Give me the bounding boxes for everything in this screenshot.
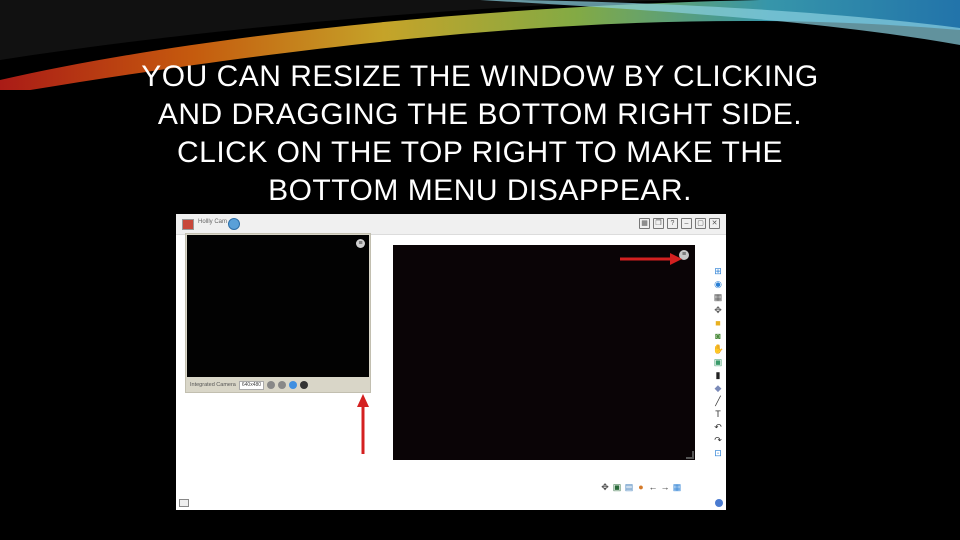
bottom-toolbar: ✥ ▣ ▤ ● ← → ▦ — [600, 482, 682, 493]
large-camera-view[interactable]: ≡ — [393, 245, 695, 460]
grid-icon[interactable]: ▦ — [639, 218, 650, 229]
camera-icon[interactable]: ◙ — [713, 331, 724, 342]
screen-icon[interactable] — [179, 499, 189, 507]
notes-icon[interactable]: ▤ — [624, 482, 634, 493]
title-line: YOU CAN RESIZE THE WINDOW BY CLICKING — [141, 60, 819, 93]
globe-icon[interactable]: ◉ — [713, 279, 724, 290]
resolution-select[interactable]: 640x480 — [238, 380, 265, 390]
small-camera-panel[interactable]: ≡ Integrated Camera 640x480 — [185, 233, 371, 393]
red-arrow-right — [620, 253, 682, 265]
app-titlebar: Hollly Cam ▦ ❐ ? – ▢ ✕ — [176, 214, 726, 235]
palette-icon[interactable]: ● — [636, 482, 646, 493]
title-line: AND DRAGGING THE BOTTOM RIGHT SIDE. — [157, 98, 803, 131]
close-icon[interactable]: ✕ — [709, 218, 720, 229]
move-icon[interactable]: ✥ — [600, 482, 610, 493]
copy-icon[interactable]: ❐ — [653, 218, 664, 229]
text-icon[interactable]: T — [713, 409, 724, 420]
line-icon[interactable]: ╱ — [713, 396, 724, 407]
gallery-icon[interactable]: ▦ — [713, 292, 724, 303]
title-line: BOTTOM MENU DISAPPEAR. — [268, 174, 692, 207]
windows-icon[interactable]: ⊞ — [713, 266, 724, 277]
maximize-icon[interactable]: ▢ — [695, 218, 706, 229]
pause-icon[interactable] — [289, 381, 298, 389]
forward-arrow-icon[interactable]: → — [660, 482, 670, 493]
small-camera-view: ≡ — [187, 235, 369, 377]
move-icon[interactable]: ✥ — [713, 305, 724, 316]
menu-icon[interactable]: ≡ — [356, 239, 365, 248]
help-icon[interactable]: ? — [667, 218, 678, 229]
crop-icon[interactable]: ⊡ — [713, 448, 724, 459]
settings-icon[interactable] — [300, 381, 309, 389]
image-edit-icon[interactable]: ▣ — [713, 357, 724, 368]
settings-circle-icon[interactable] — [228, 218, 240, 230]
undo-icon[interactable]: ↶ — [713, 422, 724, 433]
app-logo-icon — [182, 219, 194, 230]
rotate-icon[interactable] — [267, 381, 276, 389]
photo-icon[interactable]: ▣ — [612, 482, 622, 493]
back-arrow-icon[interactable]: ← — [648, 482, 658, 493]
eraser-icon[interactable]: ◆ — [713, 383, 724, 394]
minimize-icon[interactable]: – — [681, 218, 692, 229]
titlebar-controls: ▦ ❐ ? – ▢ ✕ — [639, 218, 720, 229]
folder-icon[interactable]: ■ — [713, 318, 724, 329]
camera-source-label[interactable]: Integrated Camera — [190, 382, 236, 388]
title-line: CLICK ON THE TOP RIGHT TO MAKE THE — [176, 136, 784, 169]
red-arrow-up — [357, 394, 369, 454]
info-icon[interactable] — [715, 499, 723, 507]
slide-title: YOU CAN RESIZE THE WINDOW BY CLICKING AN… — [60, 58, 900, 210]
focus-icon[interactable] — [278, 381, 287, 389]
hand-icon[interactable]: ✋ — [713, 344, 724, 355]
marker-icon[interactable]: ▮ — [713, 370, 724, 381]
side-toolbar: ⊞ ◉ ▦ ✥ ■ ◙ ✋ ▣ ▮ ◆ ╱ T ↶ ↷ ⊡ — [711, 266, 725, 459]
app-name: Hollly Cam — [198, 219, 228, 225]
redo-icon[interactable]: ↷ — [713, 435, 724, 446]
camera-bottom-menu: Integrated Camera 640x480 — [186, 378, 370, 392]
gallery-icon[interactable]: ▦ — [672, 482, 682, 493]
resize-handle[interactable] — [686, 451, 694, 459]
